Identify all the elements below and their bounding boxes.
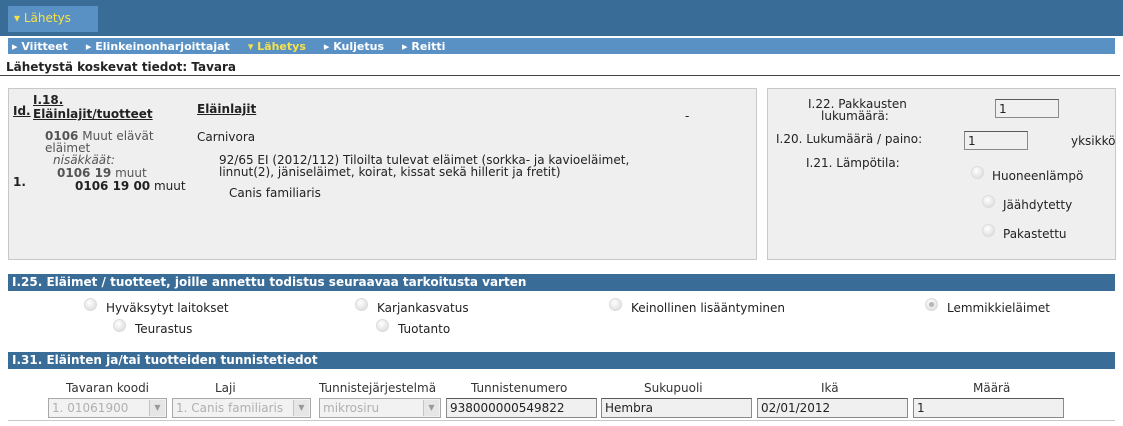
pets-label: Lemmikkieläimet xyxy=(947,301,1050,315)
nav-reitti[interactable]: ▸ Reitti xyxy=(402,40,445,53)
species-name: Canis familiaris xyxy=(229,186,321,200)
code-0106-text: Muut elävät xyxy=(82,129,154,143)
radio-production[interactable] xyxy=(376,319,389,332)
top-header-bar: ▾ Lähetys xyxy=(0,0,1123,36)
purpose-bar: I.25. Eläimet / tuotteet, joille annettu… xyxy=(8,274,1115,290)
radio-pets[interactable] xyxy=(925,298,938,311)
nav-viitteet[interactable]: ▸ Viitteet xyxy=(12,40,68,53)
row-number: 1. xyxy=(13,175,26,189)
quantities-panel: I.22. Pakkausten lukumäärä: 1 I.20. Luku… xyxy=(767,88,1116,260)
col-id-system: Tunnistejärjestelmä xyxy=(319,381,437,395)
species-select[interactable]: 1. Canis familiaris ▼ xyxy=(172,398,311,418)
identification-bar-line xyxy=(8,368,1115,369)
dash-value: - xyxy=(685,109,690,123)
section-title: Lähetystä koskevat tiedot: Tavara xyxy=(6,60,237,74)
chevron-down-icon[interactable]: ▼ xyxy=(149,400,165,416)
slaughter-label: Teurastus xyxy=(135,322,193,336)
col-code-number: I.18. xyxy=(33,93,64,107)
bottom-divider xyxy=(8,420,1115,421)
purpose-bar-line xyxy=(8,290,1115,291)
code-01061900: 0106 19 00 xyxy=(75,179,151,193)
sex-input[interactable]: Hembra xyxy=(601,398,752,418)
col-code-label: Eläinlajit/tuotteet xyxy=(33,107,153,121)
col-laji: Laji xyxy=(215,381,236,395)
id-system-select[interactable]: mikrosiru ▼ xyxy=(319,398,441,418)
quantity-input[interactable]: 1 xyxy=(913,398,1064,418)
code-010619-text: muut xyxy=(115,166,147,180)
chevron-down-icon[interactable]: ▼ xyxy=(293,400,309,416)
radio-room-temp[interactable] xyxy=(971,166,984,179)
col-id: Id. xyxy=(13,104,31,118)
col-species: Eläinlajit xyxy=(197,102,257,116)
count-label: I.20. Lukumäärä / paino: xyxy=(776,132,923,146)
temperature-label: I.21. Lämpötila: xyxy=(806,156,900,170)
nav-elinkeinonharjoittajat[interactable]: ▸ Elinkeinonharjoittajat xyxy=(86,40,230,53)
goods-panel: Id. I.18. Eläinlajit/tuotteet Eläinlajit… xyxy=(8,88,757,260)
mammals-label: nisäkkäät: xyxy=(53,153,115,167)
radio-breeding[interactable] xyxy=(355,298,368,311)
id-number-input[interactable]: 938000000549822 xyxy=(446,398,597,418)
sub-navigation: ▸ Viitteet ▸ Elinkeinonharjoittajat ▾ Lä… xyxy=(8,38,1115,54)
radio-artificial-reproduction[interactable] xyxy=(609,298,622,311)
col-goods-code: Tavaran koodi xyxy=(66,381,150,395)
main-tab-lahetys[interactable]: ▾ Lähetys xyxy=(8,6,98,32)
regulation-line2: linnut(2), jäniseläimet, koirat, kissat … xyxy=(219,165,561,179)
col-id-number: Tunnistenumero xyxy=(471,381,568,395)
age-input[interactable]: 02/01/2012 xyxy=(757,398,908,418)
section-divider xyxy=(0,75,1120,76)
chilled-label: Jäähdytetty xyxy=(1003,198,1073,212)
code-010619: 0106 19 xyxy=(57,166,112,180)
col-age: Ikä xyxy=(821,381,839,395)
packages-label-2: lukumäärä: xyxy=(821,109,889,123)
code-01061900-text: muut xyxy=(153,179,186,193)
species-group: Carnivora xyxy=(197,130,256,144)
breeding-label: Karjankasvatus xyxy=(377,301,469,315)
goods-code-select[interactable]: 1. 01061900 ▼ xyxy=(48,398,167,418)
id-system-value: mikrosiru xyxy=(323,401,380,415)
col-quantity: Määrä xyxy=(973,381,1011,395)
nav-lahetys[interactable]: ▾ Lähetys xyxy=(248,40,306,53)
radio-chilled[interactable] xyxy=(982,195,995,208)
artificial-reproduction-label: Keinollinen lisääntyminen xyxy=(631,301,786,315)
identification-bar: I.31. Eläinten ja/tai tuotteiden tunnist… xyxy=(8,352,1115,368)
approved-establishments-label: Hyväksytyt laitokset xyxy=(106,301,229,315)
nav-kuljetus[interactable]: ▸ Kuljetus xyxy=(324,40,384,53)
species-select-value: 1. Canis familiaris xyxy=(176,401,284,415)
chevron-down-icon[interactable]: ▼ xyxy=(423,400,439,416)
goods-code-value: 1. 01061900 xyxy=(52,401,129,415)
room-temp-label: Huoneenlämpö xyxy=(992,169,1084,183)
count-unit: yksikkö xyxy=(1071,134,1116,148)
production-label: Tuotanto xyxy=(398,322,451,336)
radio-approved-establishments[interactable] xyxy=(84,298,97,311)
col-sex: Sukupuoli xyxy=(644,381,703,395)
frozen-label: Pakastettu xyxy=(1003,227,1067,241)
radio-frozen[interactable] xyxy=(982,224,995,237)
count-input[interactable]: 1 xyxy=(964,131,1028,150)
packages-input[interactable]: 1 xyxy=(995,99,1059,118)
radio-slaughter[interactable] xyxy=(113,319,126,332)
